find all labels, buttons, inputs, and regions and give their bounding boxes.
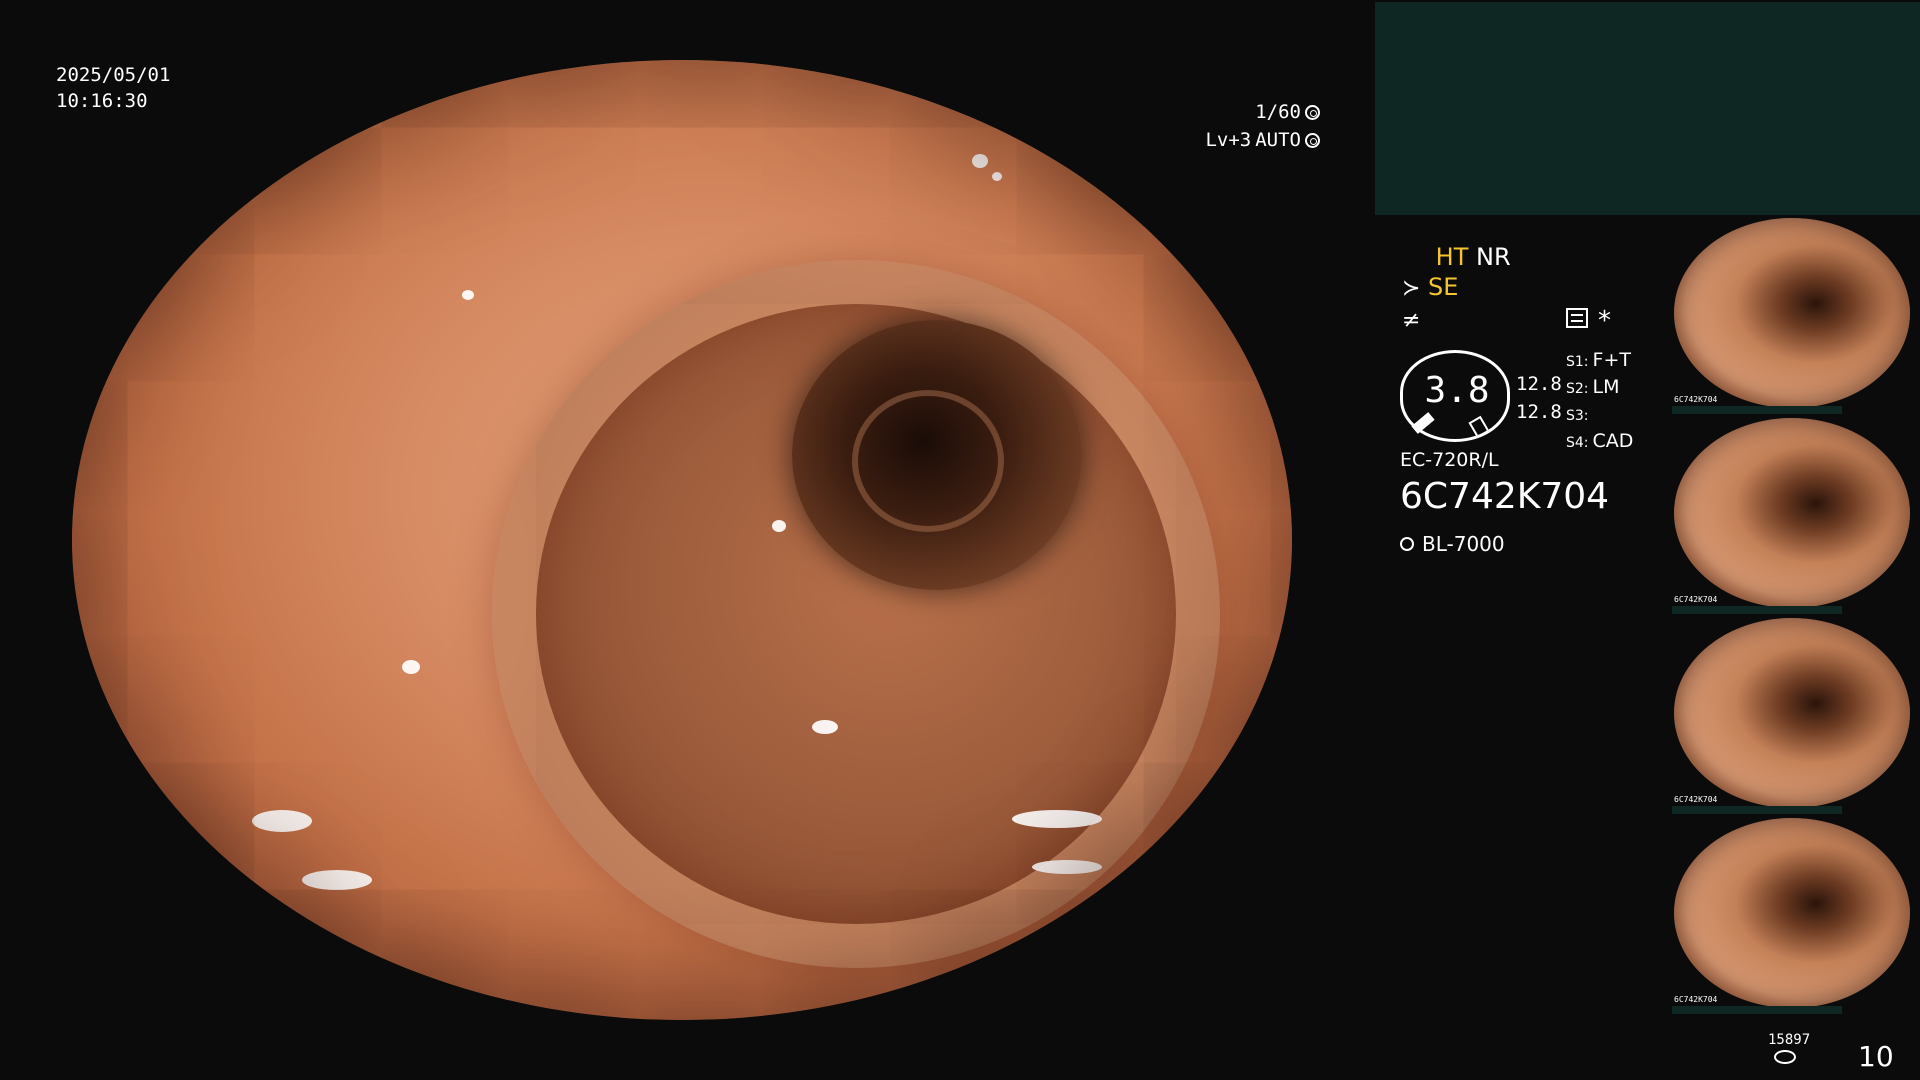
ht-label: HT — [1435, 243, 1469, 271]
star-label: * — [1598, 306, 1611, 336]
thumbnail-bar — [1672, 1006, 1842, 1014]
thumbnail[interactable]: 6C742K704 — [1672, 816, 1920, 1014]
thumbnail-bar — [1672, 406, 1842, 414]
datetime: 2025/05/01 10:16:30 — [56, 62, 170, 114]
switch-row: S2: LM — [1566, 376, 1620, 398]
scope-serial: 6C742K704 — [1400, 476, 1610, 517]
exposure-info: 1/60 Lv+3 AUTO — [1180, 98, 1320, 154]
shutter-icon — [1305, 104, 1320, 120]
iris-icon — [1305, 132, 1320, 148]
date-text: 2025/05/01 — [56, 64, 171, 86]
scope-model: EC-720R/L — [1400, 449, 1499, 471]
thumbnail-label: 6C742K704 — [1674, 395, 1718, 404]
storage-count: 15897 — [1768, 1032, 1811, 1048]
enhance-icon: ≻ — [1402, 276, 1421, 301]
thumbnail-image — [1674, 618, 1910, 808]
settings-icon — [1566, 308, 1588, 328]
thumbnail-image — [1674, 418, 1910, 608]
thumbnail-bar — [1672, 606, 1842, 614]
gauge-value: 3.8 — [1424, 370, 1490, 411]
image-count: 10 — [1858, 1040, 1894, 1073]
endoscopic-view — [72, 60, 1292, 1020]
info-panel — [1375, 2, 1920, 215]
thumbnail-image — [1674, 218, 1910, 408]
gauge-line-1: 12.8 — [1516, 373, 1562, 395]
disk-icon — [1774, 1050, 1796, 1064]
thumbnail[interactable]: 6C742K704 — [1672, 216, 1920, 414]
filter-icon: ≠ — [1402, 308, 1421, 333]
se-label: SE — [1428, 273, 1459, 301]
thumbnail-label: 6C742K704 — [1674, 595, 1718, 604]
switch-row: S4: CAD — [1566, 430, 1634, 452]
thumbnail-image — [1674, 818, 1910, 1008]
thumbnail-label: 6C742K704 — [1674, 795, 1718, 804]
thumbnail[interactable]: 6C742K704 — [1672, 616, 1920, 814]
level-text: Lv+3 — [1205, 129, 1252, 151]
light-source: BL-7000 — [1400, 532, 1505, 556]
thumbnail-bar — [1672, 806, 1842, 814]
light-source-text: BL-7000 — [1422, 532, 1505, 556]
vignette — [72, 60, 1292, 1020]
shutter-text: 1/60 — [1255, 101, 1301, 123]
lamp-icon — [1400, 537, 1414, 551]
thumbnail-label: 6C742K704 — [1674, 995, 1718, 1004]
switch-row: S1: F+T — [1566, 349, 1631, 371]
thumbnail[interactable]: 6C742K704 — [1672, 416, 1920, 614]
time-text: 10:16:30 — [56, 90, 148, 112]
gauge-numbers: 12.8 12.8 — [1516, 370, 1562, 426]
switch-row: S3: — [1566, 408, 1589, 424]
status-block: HT NR ≻ SE ≠ — [1402, 242, 1511, 336]
gauge-line-2: 12.8 — [1516, 401, 1562, 423]
iris-mode-text: AUTO — [1255, 129, 1301, 151]
nr-label: NR — [1476, 243, 1511, 271]
switch-modes: S1: F+T S2: LM S3: S4: CAD — [1566, 348, 1633, 456]
specular-highlight — [1222, 270, 1232, 280]
